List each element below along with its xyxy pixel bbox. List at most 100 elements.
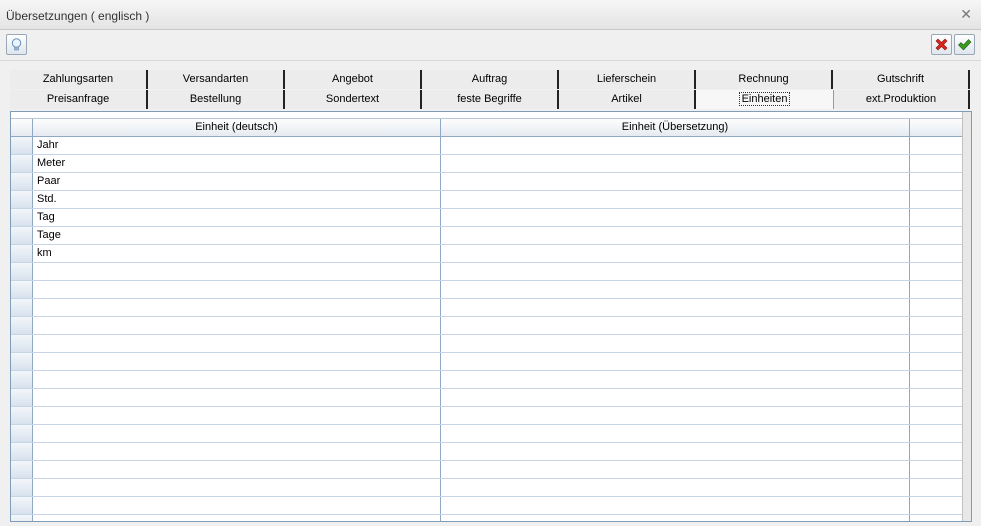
cell-german[interactable] (33, 371, 441, 388)
table-row[interactable] (11, 425, 971, 443)
cell-german[interactable]: Jahr (33, 137, 441, 154)
row-selector[interactable] (11, 281, 33, 298)
cell-german[interactable] (33, 515, 441, 521)
cell-translation[interactable] (441, 335, 910, 352)
cell-german[interactable] (33, 479, 441, 496)
cell-translation[interactable] (441, 425, 910, 442)
cell-translation[interactable] (441, 191, 910, 208)
cell-translation[interactable] (441, 263, 910, 280)
row-selector[interactable] (11, 209, 33, 226)
row-selector[interactable] (11, 137, 33, 154)
close-icon[interactable]: ✕ (960, 6, 972, 23)
cell-german[interactable]: Std. (33, 191, 441, 208)
cell-german[interactable] (33, 263, 441, 280)
cell-german[interactable]: km (33, 245, 441, 262)
tab-lieferschein[interactable]: Lieferschein (559, 70, 696, 89)
cell-german[interactable] (33, 497, 441, 514)
column-header-german[interactable]: Einheit (deutsch) (33, 119, 441, 136)
cell-translation[interactable] (441, 371, 910, 388)
vertical-scrollbar[interactable] (962, 112, 971, 521)
row-selector[interactable] (11, 461, 33, 478)
tab-einheiten[interactable]: Einheiten (696, 90, 834, 109)
tab-feste-begriffe[interactable]: feste Begriffe (422, 90, 559, 109)
row-selector[interactable] (11, 191, 33, 208)
table-row[interactable] (11, 371, 971, 389)
row-selector[interactable] (11, 407, 33, 424)
row-selector[interactable] (11, 335, 33, 352)
row-selector[interactable] (11, 425, 33, 442)
table-row[interactable] (11, 497, 971, 515)
row-selector[interactable] (11, 479, 33, 496)
table-row[interactable] (11, 389, 971, 407)
tab-gutschrift[interactable]: Gutschrift (833, 70, 970, 89)
cell-translation[interactable] (441, 281, 910, 298)
row-selector[interactable] (11, 353, 33, 370)
cell-german[interactable]: Meter (33, 155, 441, 172)
cell-translation[interactable] (441, 461, 910, 478)
cell-german[interactable]: Tage (33, 227, 441, 244)
row-selector[interactable] (11, 443, 33, 460)
cell-translation[interactable] (441, 173, 910, 190)
table-row[interactable] (11, 407, 971, 425)
cell-translation[interactable] (441, 389, 910, 406)
tab-angebot[interactable]: Angebot (285, 70, 422, 89)
row-selector[interactable] (11, 317, 33, 334)
cell-german[interactable] (33, 443, 441, 460)
row-selector[interactable] (11, 299, 33, 316)
table-row[interactable] (11, 281, 971, 299)
table-row[interactable] (11, 335, 971, 353)
column-header-translation[interactable]: Einheit (Übersetzung) (441, 119, 910, 136)
cell-translation[interactable] (441, 443, 910, 460)
tab-zahlungsarten[interactable]: Zahlungsarten (10, 70, 148, 89)
cell-translation[interactable] (441, 299, 910, 316)
table-row[interactable] (11, 263, 971, 281)
table-row[interactable] (11, 353, 971, 371)
row-selector[interactable] (11, 389, 33, 406)
table-row[interactable] (11, 479, 971, 497)
cell-german[interactable] (33, 281, 441, 298)
row-selector[interactable] (11, 227, 33, 244)
row-selector[interactable] (11, 155, 33, 172)
tab-versandarten[interactable]: Versandarten (148, 70, 285, 89)
row-selector[interactable] (11, 497, 33, 514)
row-selector[interactable] (11, 371, 33, 388)
tab-rechnung[interactable]: Rechnung (696, 70, 833, 89)
cancel-button[interactable] (931, 34, 952, 55)
cell-translation[interactable] (441, 227, 910, 244)
tab-artikel[interactable]: Artikel (559, 90, 696, 109)
table-row[interactable]: Meter (11, 155, 971, 173)
table-row[interactable] (11, 317, 971, 335)
cell-german[interactable] (33, 407, 441, 424)
cell-german[interactable] (33, 425, 441, 442)
cell-translation[interactable] (441, 137, 910, 154)
cell-translation[interactable] (441, 353, 910, 370)
table-row[interactable]: Paar (11, 173, 971, 191)
row-selector[interactable] (11, 245, 33, 262)
table-row[interactable]: Tag (11, 209, 971, 227)
cell-translation[interactable] (441, 497, 910, 514)
cell-translation[interactable] (441, 155, 910, 172)
tab-bestellung[interactable]: Bestellung (148, 90, 285, 109)
table-row[interactable]: km (11, 245, 971, 263)
cell-translation[interactable] (441, 317, 910, 334)
table-row[interactable]: Tage (11, 227, 971, 245)
tab-ext-produktion[interactable]: ext.Produktion (834, 90, 970, 109)
table-row[interactable]: Jahr (11, 137, 971, 155)
cell-translation[interactable] (441, 407, 910, 424)
cell-german[interactable] (33, 317, 441, 334)
cell-german[interactable] (33, 299, 441, 316)
tab-auftrag[interactable]: Auftrag (422, 70, 559, 89)
row-selector[interactable] (11, 515, 33, 521)
cell-german[interactable] (33, 335, 441, 352)
row-selector[interactable] (11, 173, 33, 190)
table-row[interactable] (11, 299, 971, 317)
cell-german[interactable] (33, 353, 441, 370)
cell-german[interactable] (33, 461, 441, 478)
cell-translation[interactable] (441, 479, 910, 496)
tab-preisanfrage[interactable]: Preisanfrage (10, 90, 148, 109)
row-selector[interactable] (11, 263, 33, 280)
cell-german[interactable] (33, 389, 441, 406)
cell-translation[interactable] (441, 515, 910, 521)
cell-german[interactable]: Tag (33, 209, 441, 226)
table-row[interactable] (11, 443, 971, 461)
